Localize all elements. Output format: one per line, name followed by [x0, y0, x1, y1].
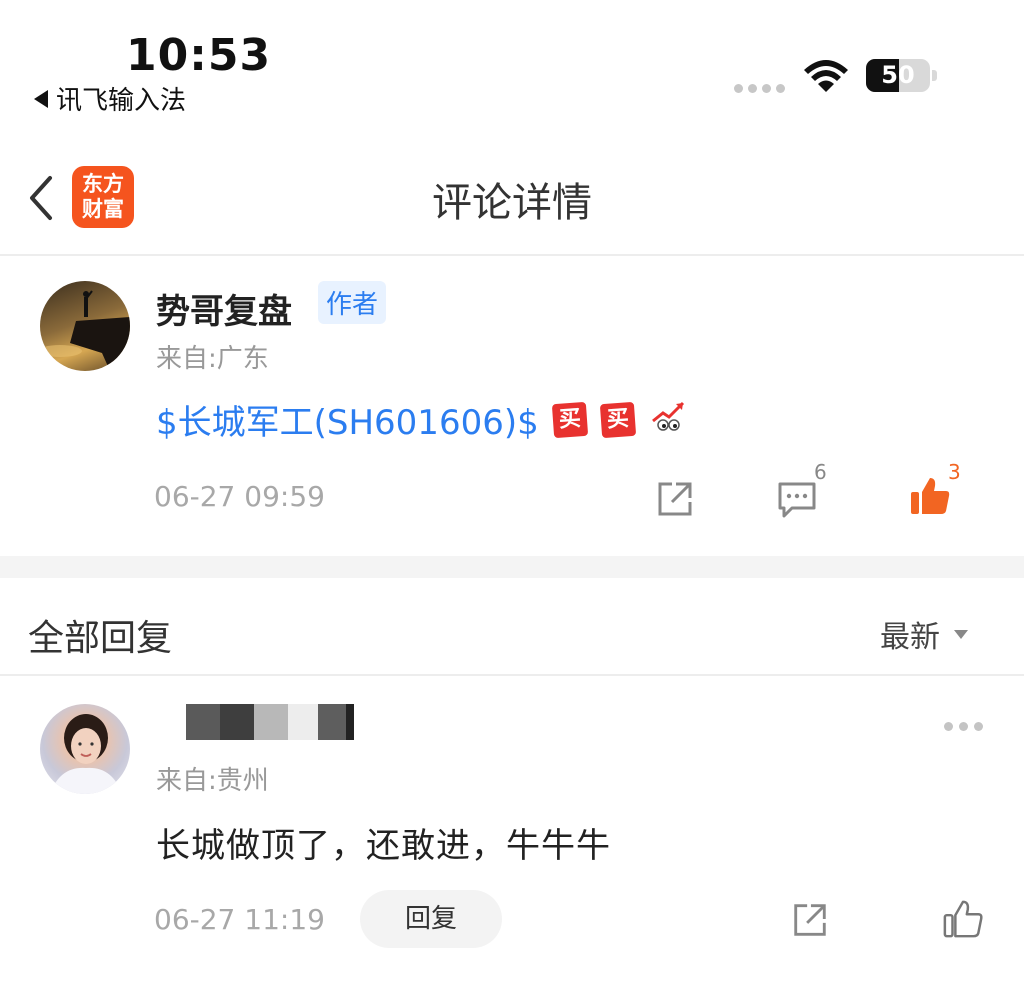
reply-text: 长城做顶了，还敢进，牛牛牛 [156, 826, 611, 866]
author-name[interactable]: 势哥复盘 [156, 284, 292, 333]
buy-emoji-1: 买 [551, 401, 588, 438]
wifi-icon [802, 58, 850, 98]
caret-down-icon [954, 629, 968, 639]
comment-count: 6 [814, 460, 827, 484]
comment-button[interactable] [776, 478, 818, 524]
cellular-signal-icon [734, 84, 785, 93]
reply-timestamp: 06-27 11:19 [154, 903, 325, 936]
like-count: 3 [948, 460, 961, 484]
replier-location: 来自:贵州 [156, 766, 269, 796]
chart-up-emoji-icon [649, 397, 689, 442]
reply-like-button[interactable] [942, 898, 984, 944]
back-to-app-link[interactable]: 讯飞输入法 [34, 80, 186, 117]
thumbs-up-outline-icon [943, 900, 983, 938]
post-content: $长城军工(SH601606)$ 买 买 [156, 395, 689, 444]
author-badge: 作者 [318, 281, 387, 324]
sort-label: 最新 [880, 620, 940, 655]
sort-dropdown[interactable]: 最新 [880, 612, 968, 656]
section-separator [0, 556, 1024, 578]
like-button[interactable] [908, 474, 952, 522]
nav-divider [0, 254, 1024, 256]
share-icon [794, 904, 826, 936]
page-title: 评论详情 [432, 180, 592, 226]
battery-level: 50 [881, 61, 915, 89]
stock-tag-link[interactable]: $长城军工(SH601606)$ [156, 395, 539, 444]
share-button[interactable] [654, 478, 696, 524]
battery-indicator: 50 [866, 59, 930, 92]
replies-divider [0, 674, 1024, 676]
status-time: 10:53 [126, 30, 272, 81]
back-triangle-icon [34, 89, 48, 108]
all-replies-title: 全部回复 [28, 618, 173, 659]
buy-emoji-2: 买 [599, 401, 636, 438]
replier-name-redacted [156, 704, 354, 740]
share-icon [658, 482, 692, 516]
reply-button[interactable]: 回复 [360, 890, 502, 948]
back-app-label: 讯飞输入法 [56, 86, 187, 116]
author-avatar[interactable] [40, 281, 130, 371]
more-icon[interactable] [944, 722, 983, 731]
reply-share-button[interactable] [790, 900, 830, 944]
thumbs-up-icon [911, 478, 950, 514]
post-timestamp: 06-27 09:59 [154, 480, 325, 513]
author-location: 来自:广东 [156, 344, 269, 374]
comment-icon [778, 482, 816, 518]
replier-avatar[interactable] [40, 704, 130, 794]
battery-cap [932, 70, 937, 81]
